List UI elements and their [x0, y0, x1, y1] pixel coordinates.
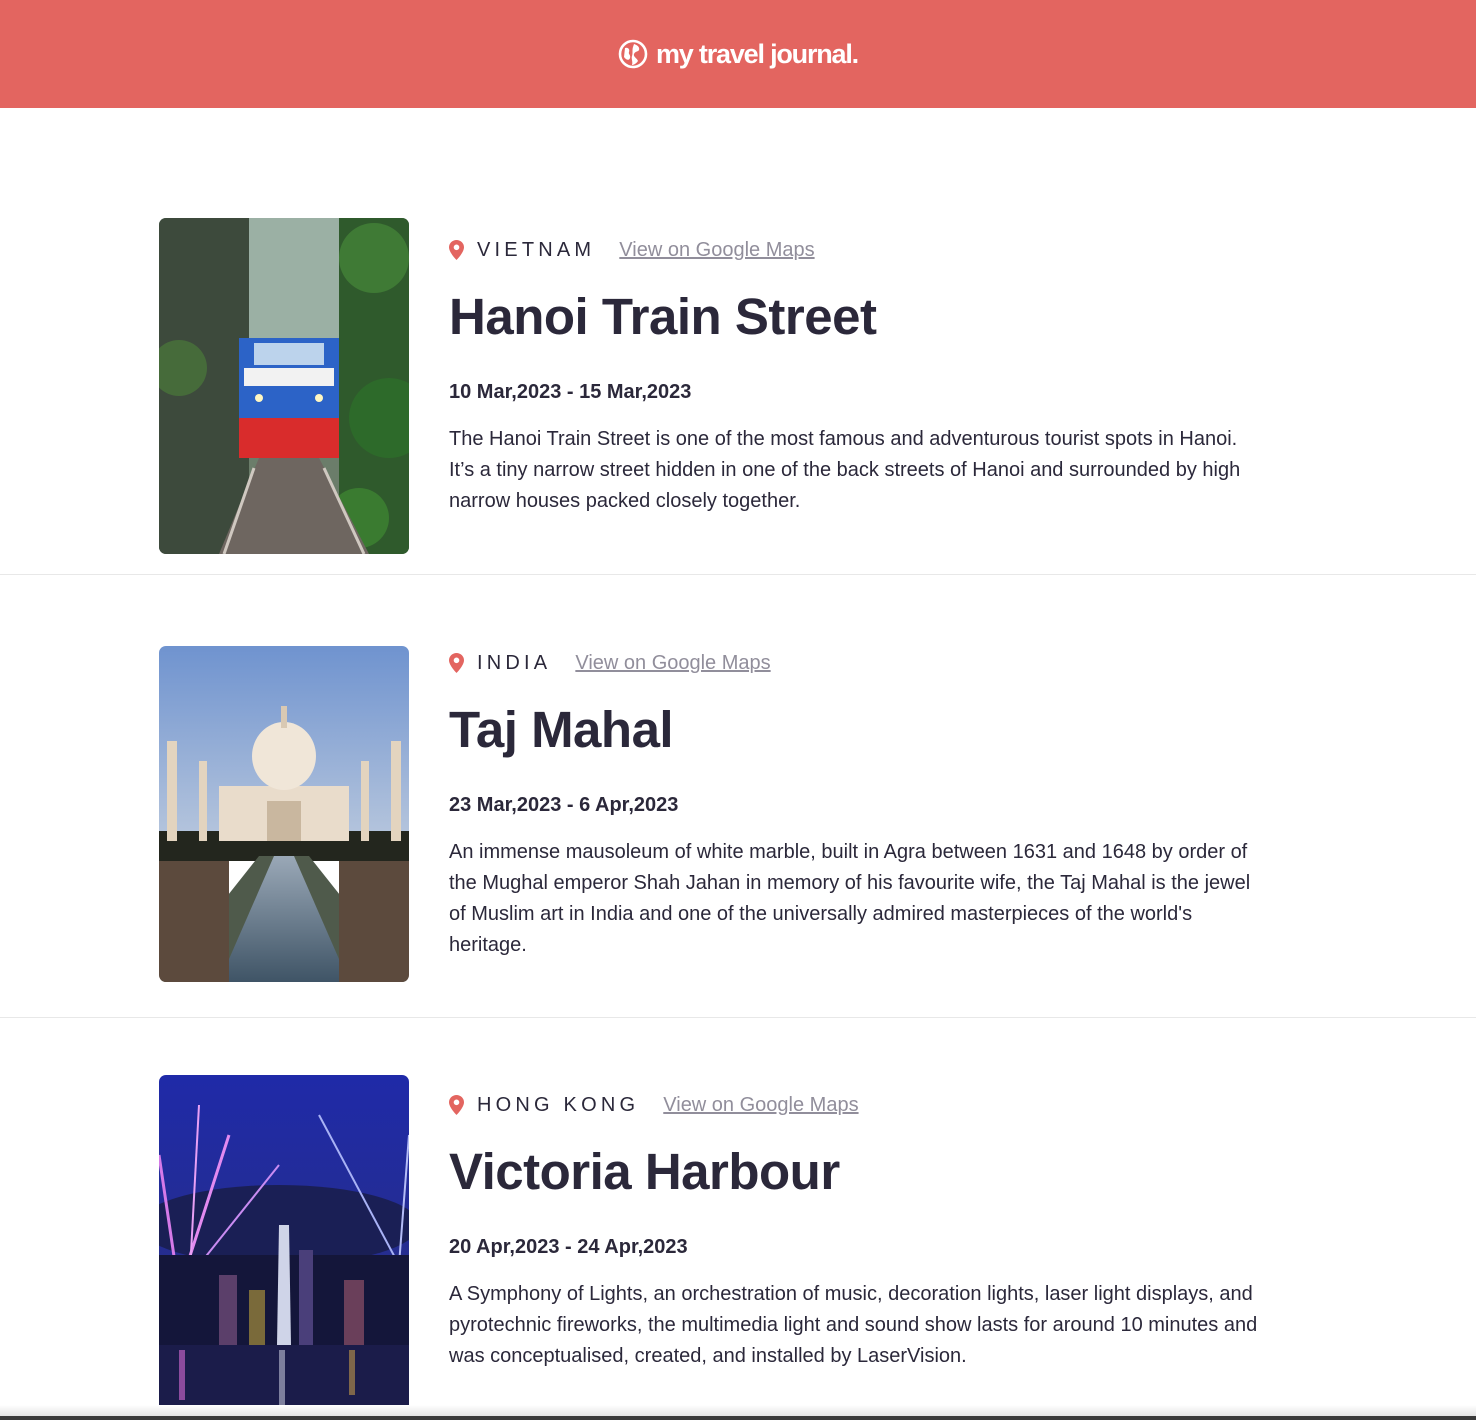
journal-entry-india: INDIA View on Google Maps Taj Mahal 23 M… — [0, 575, 1476, 1018]
app-title: my travel journal. — [656, 38, 859, 69]
entry-description: A Symphony of Lights, an orchestration o… — [449, 1283, 1258, 1367]
entry-dates: 23 Mar,2023 - 6 Apr,2023 — [449, 794, 679, 816]
entry-info: HONG KONG View on Google Maps Victoria H… — [449, 1090, 1259, 1372]
entry-description: An immense mausoleum of white marble, bu… — [449, 841, 1251, 956]
brand-logo[interactable]: my travel journal. — [618, 38, 859, 70]
entry-country: VIETNAM — [477, 238, 596, 261]
window-bottom-edge — [0, 1416, 1476, 1420]
location-row: HONG KONG View on Google Maps — [449, 1090, 1259, 1120]
google-maps-link[interactable]: View on Google Maps — [575, 652, 770, 675]
entry-info: INDIA View on Google Maps Taj Mahal 23 M… — [449, 648, 1259, 961]
globe-icon — [618, 39, 648, 69]
google-maps-link[interactable]: View on Google Maps — [619, 239, 814, 262]
entry-photo-taj-mahal — [159, 646, 409, 982]
location-pin-icon — [449, 653, 464, 673]
entry-photo-victoria-harbour — [159, 1075, 409, 1411]
google-maps-link[interactable]: View on Google Maps — [663, 1094, 858, 1117]
entry-description: The Hanoi Train Street is one of the mos… — [449, 428, 1241, 512]
journal-entry-hong-kong: HONG KONG View on Google Maps Victoria H… — [0, 1018, 1476, 1420]
entry-country: INDIA — [477, 651, 552, 674]
location-row: VIETNAM View on Google Maps — [449, 235, 1259, 265]
entry-dates: 20 Apr,2023 - 24 Apr,2023 — [449, 1236, 688, 1258]
entry-title: Taj Mahal — [449, 701, 674, 758]
entry-photo-hanoi-train-street — [159, 218, 409, 554]
entry-info: VIETNAM View on Google Maps Hanoi Train … — [449, 235, 1259, 517]
location-pin-icon — [449, 240, 464, 260]
entry-dates: 10 Mar,2023 - 15 Mar,2023 — [449, 381, 692, 403]
top-navbar: my travel journal. — [0, 0, 1476, 108]
entry-title: Victoria Harbour — [449, 1143, 840, 1200]
entry-title: Hanoi Train Street — [449, 288, 877, 345]
location-pin-icon — [449, 1095, 464, 1115]
entry-country: HONG KONG — [477, 1093, 640, 1116]
journal-entry-vietnam: VIETNAM View on Google Maps Hanoi Train … — [0, 108, 1476, 575]
location-row: INDIA View on Google Maps — [449, 648, 1259, 678]
